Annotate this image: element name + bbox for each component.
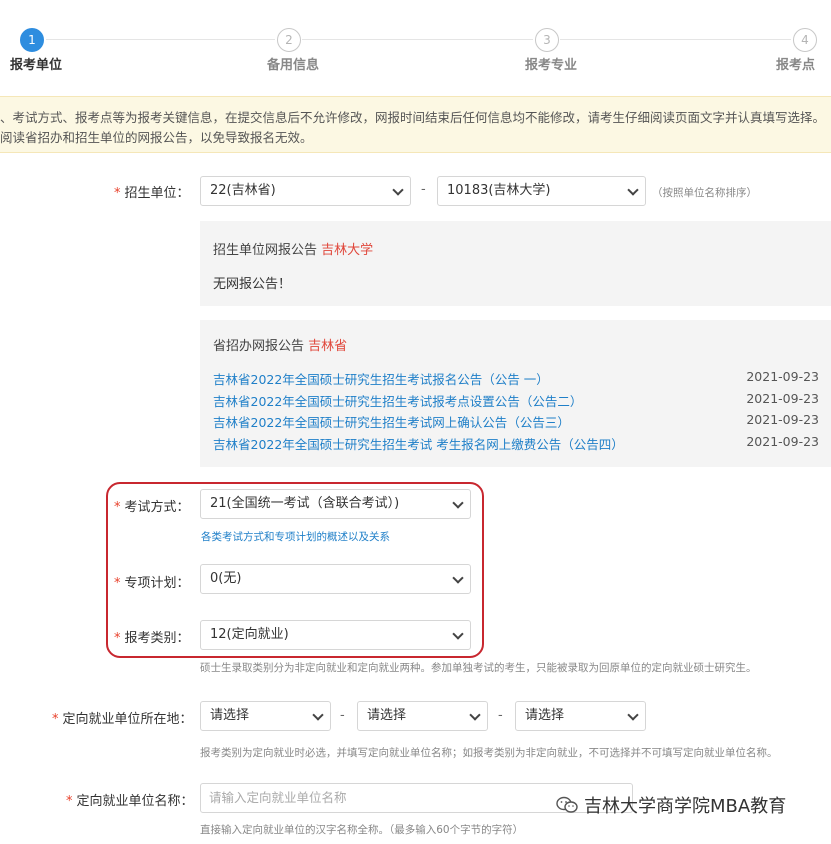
province-announcement-panel: 省招办网报公告 吉林省 吉林省2022年全国硕士研究生招生考试报名公告（公告 一…: [200, 320, 831, 467]
province-select[interactable]: 22(吉林省): [200, 176, 411, 206]
announcement-date: 2021-09-23: [746, 434, 819, 449]
unit-label: * 招生单位：: [114, 186, 190, 201]
wechat-watermark: 吉林大学商学院MBA教育: [556, 792, 786, 818]
exam-mode-select[interactable]: 21(全国统一考试（含联合考试）): [200, 489, 471, 519]
announcement-link[interactable]: 吉林省2022年全国硕士研究生招生考试报考点设置公告（公告二）: [213, 391, 582, 410]
chevron-down-icon: [452, 628, 464, 640]
employer-city-select[interactable]: 请选择: [357, 701, 488, 731]
step-3-label[interactable]: 报考专业: [525, 54, 577, 73]
separator-dash: -: [498, 708, 503, 723]
chevron-down-icon: [627, 709, 639, 721]
chevron-down-icon: [452, 497, 464, 509]
step-3-circle: 3: [535, 28, 559, 52]
special-plan-select[interactable]: 0(无): [200, 564, 471, 594]
required-mark: *: [114, 186, 121, 201]
employer-location-label: * 定向就业单位所在地：: [52, 712, 193, 727]
step-1-label[interactable]: 报考单位: [10, 54, 62, 73]
step-1-circle: 1: [20, 28, 44, 52]
category-label: * 报考类别：: [114, 631, 190, 646]
special-plan-label: * 专项计划：: [114, 576, 190, 591]
step-2-label[interactable]: 备用信息: [267, 54, 319, 73]
announcement-date: 2021-09-23: [746, 391, 819, 406]
step-4-circle: 4: [793, 28, 817, 52]
employer-province-select[interactable]: 请选择: [200, 701, 331, 731]
school-panel-title: 招生单位网报公告 吉林大学: [213, 243, 374, 258]
announcement-date: 2021-09-23: [746, 412, 819, 427]
unit-sort-hint: （按照单位名称排序）: [652, 187, 757, 199]
school-panel-body: 无网报公告！: [213, 277, 292, 292]
province-panel-title: 省招办网报公告 吉林省: [213, 339, 348, 354]
separator-dash: -: [340, 708, 345, 723]
announcement-link[interactable]: 吉林省2022年全国硕士研究生招生考试网上确认公告（公告三）: [213, 412, 570, 431]
announcement-link[interactable]: 吉林省2022年全国硕士研究生招生考试报名公告（公告 一）: [213, 369, 549, 388]
employer-name-label: * 定向就业单位名称：: [66, 794, 194, 809]
chevron-down-icon: [469, 709, 481, 721]
chevron-down-icon: [452, 572, 464, 584]
warning-notice: 、考试方式、报考点等为报考关键信息，在提交信息后不允许修改，网报时间结束后任何信…: [0, 96, 831, 153]
employer-name-hint: 直接输入定向就业单位的汉字名称全称。（最多输入60个字节的字符）: [200, 824, 524, 836]
chevron-down-icon: [627, 184, 639, 196]
exam-mode-label: * 考试方式：: [114, 500, 190, 515]
school-announcement-panel: 招生单位网报公告 吉林大学 无网报公告！: [200, 221, 831, 306]
chevron-down-icon: [392, 184, 404, 196]
announcement-link[interactable]: 吉林省2022年全国硕士研究生招生考试 考生报名网上缴费公告（公告四）: [213, 434, 624, 453]
chevron-down-icon: [312, 709, 324, 721]
step-4-label[interactable]: 报考点: [776, 54, 815, 73]
notice-line-1: 、考试方式、报考点等为报考关键信息，在提交信息后不允许修改，网报时间结束后任何信…: [0, 110, 826, 125]
employer-district-select[interactable]: 请选择: [515, 701, 646, 731]
progress-stepper: 1 报考单位 2 备用信息 3 报考专业 4 报考点: [0, 0, 831, 90]
notice-line-2: 阅读省招办和招生单位的网报公告，以免导致报名无效。: [0, 130, 313, 145]
school-select[interactable]: 10183(吉林大学): [437, 176, 646, 206]
watermark-text: 吉林大学商学院MBA教育: [584, 796, 787, 817]
employer-location-hint: 报考类别为定向就业时必选，并填写定向就业单位名称；如报考类别为非定向就业，不可选…: [200, 747, 778, 759]
step-connector: [302, 39, 533, 40]
exam-mode-overview-link[interactable]: 各类考试方式和专项计划的概述以及关系: [201, 529, 390, 544]
category-select[interactable]: 12(定向就业): [200, 620, 471, 650]
category-hint: 硕士生录取类别分为非定向就业和定向就业两种。参加单独考试的考生，只能被录取为回原…: [200, 662, 757, 674]
announcement-date: 2021-09-23: [746, 369, 819, 384]
wechat-icon: [556, 796, 578, 813]
step-2-circle: 2: [277, 28, 301, 52]
separator-dash: -: [421, 182, 426, 197]
step-connector: [46, 39, 275, 40]
step-connector: [560, 39, 791, 40]
